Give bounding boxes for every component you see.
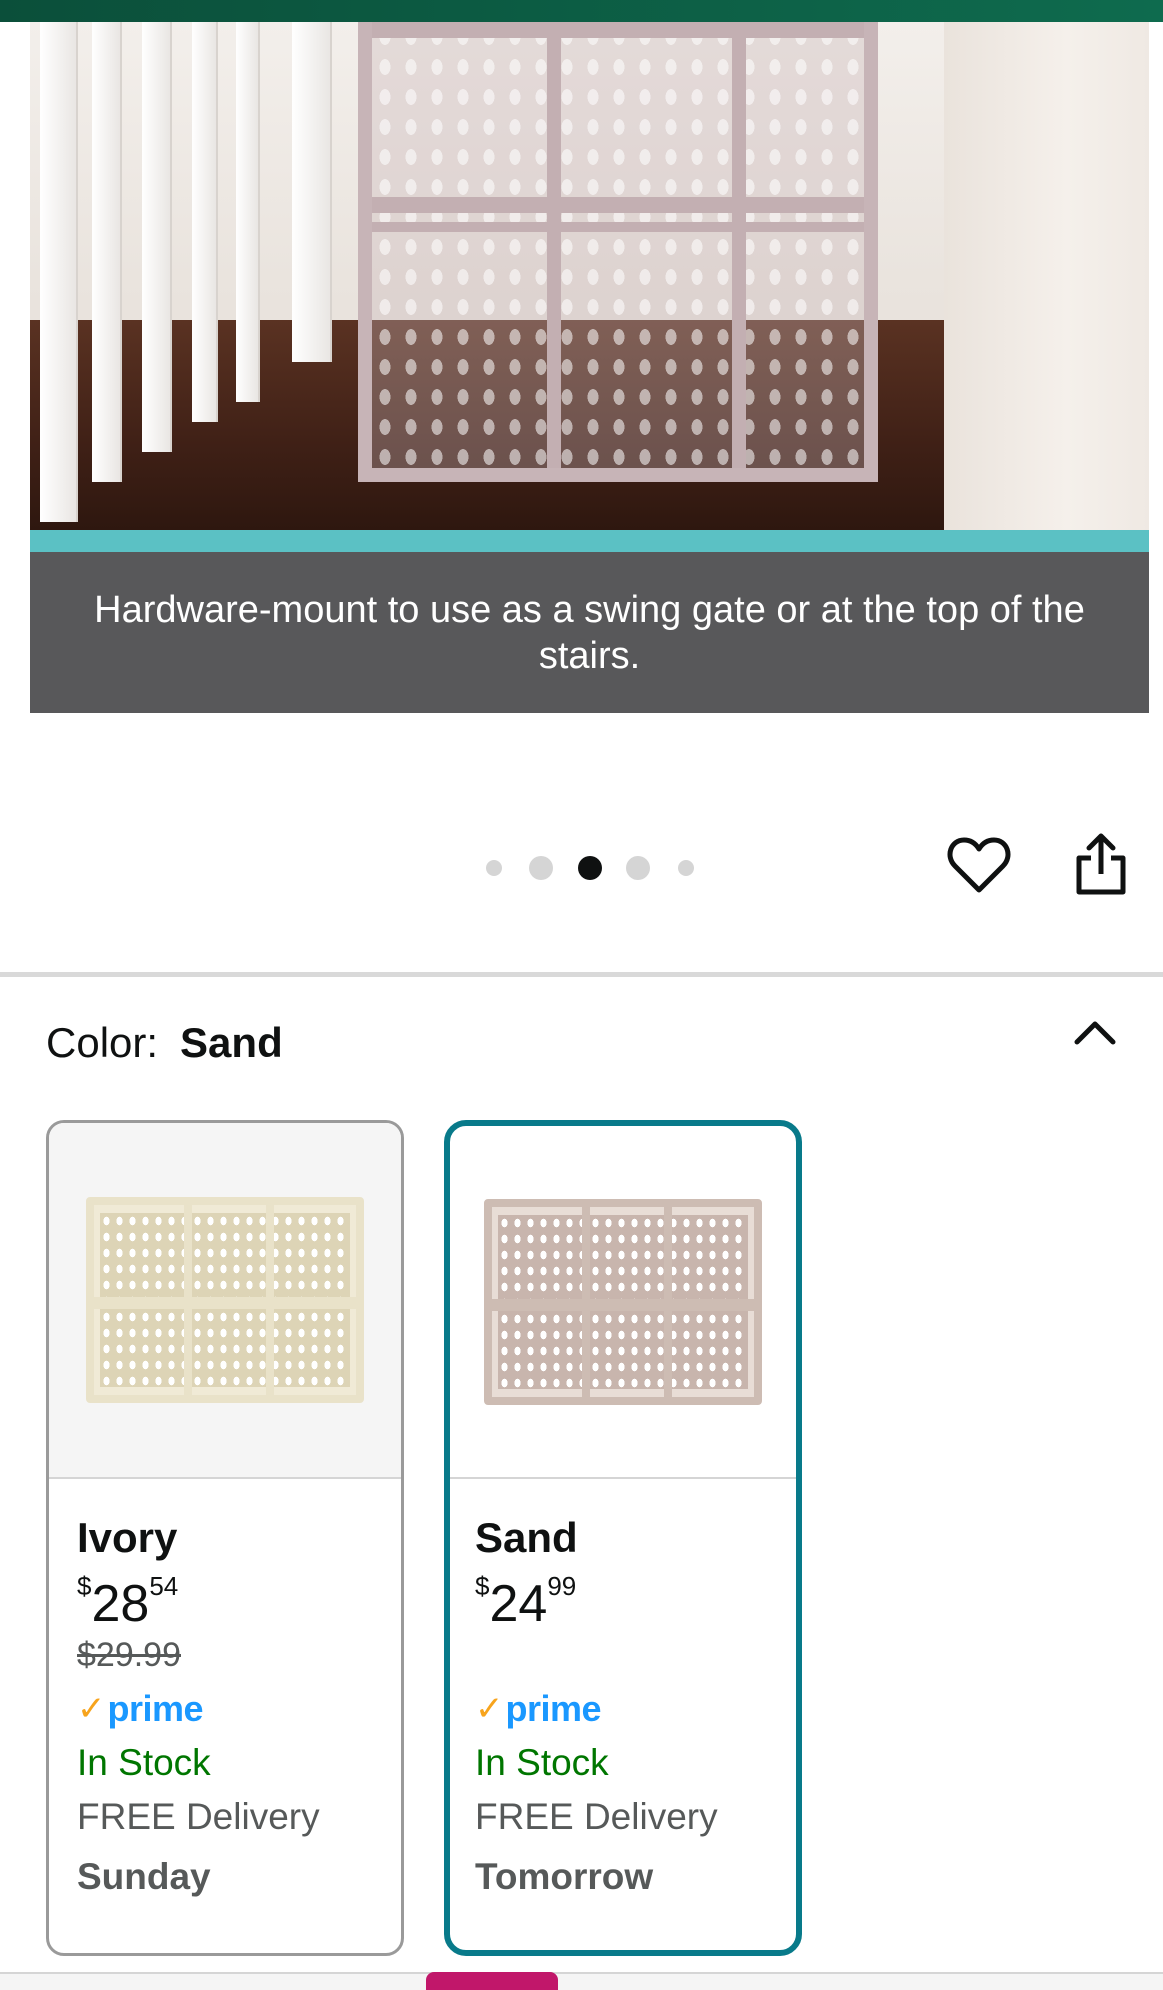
color-selector-header[interactable]: Color: Sand — [46, 1018, 283, 1068]
section-divider — [0, 972, 1163, 977]
prime-badge: ✓ prime — [77, 1688, 204, 1729]
prime-check-icon: ✓ — [77, 1690, 106, 1728]
caption-accent-strip — [30, 530, 1149, 552]
chevron-up-icon[interactable] — [1071, 1014, 1119, 1050]
color-swatch-ivory[interactable]: Ivory $2854 $29.99 ✓ prime In Stock FREE … — [46, 1120, 404, 1956]
swatch-name: Ivory — [77, 1514, 178, 1561]
swatch-image — [450, 1126, 796, 1479]
color-swatch-sand[interactable]: Sand $2499 ✓ prime In Stock FREE Delivery… — [444, 1120, 802, 1956]
product-photo — [30, 22, 1149, 530]
swatch-price: $2854 — [77, 1571, 179, 1633]
color-label: Color: — [46, 1019, 159, 1066]
bottom-tab-indicator — [426, 1972, 558, 1990]
stock-status: In Stock — [475, 1742, 609, 1783]
delivery-day: Tomorrow — [475, 1856, 654, 1897]
delivery-label: FREE Delivery — [77, 1796, 320, 1837]
selected-color-value: Sand — [180, 1019, 283, 1066]
image-caption-band: Hardware-mount to use as a swing gate or… — [30, 552, 1149, 713]
pager-dot-2[interactable] — [529, 856, 553, 880]
pager-dot-5[interactable] — [678, 860, 694, 876]
delivery-day: Sunday — [77, 1856, 211, 1897]
product-image-carousel[interactable]: Hardware-mount to use as a swing gate or… — [30, 22, 1149, 713]
heart-outline-icon[interactable] — [947, 835, 1011, 895]
swatch-image — [49, 1123, 401, 1479]
pager-dot-1[interactable] — [486, 860, 502, 876]
swatch-list-price — [475, 1633, 786, 1677]
swatch-list-price: $29.99 — [77, 1636, 181, 1674]
delivery-label: FREE Delivery — [475, 1796, 718, 1837]
status-bar — [0, 0, 1163, 22]
stock-status: In Stock — [77, 1742, 211, 1783]
prime-check-icon: ✓ — [475, 1690, 504, 1728]
prime-badge: ✓ prime — [475, 1688, 602, 1729]
bottom-sheet-edge — [0, 1972, 1163, 1990]
swatch-price: $2499 — [475, 1571, 577, 1633]
swatch-name: Sand — [475, 1514, 578, 1561]
pager-dot-4[interactable] — [626, 856, 650, 880]
image-caption: Hardware-mount to use as a swing gate or… — [94, 588, 1085, 677]
pager-dot-3-active[interactable] — [578, 856, 602, 880]
share-icon[interactable] — [1073, 832, 1129, 898]
